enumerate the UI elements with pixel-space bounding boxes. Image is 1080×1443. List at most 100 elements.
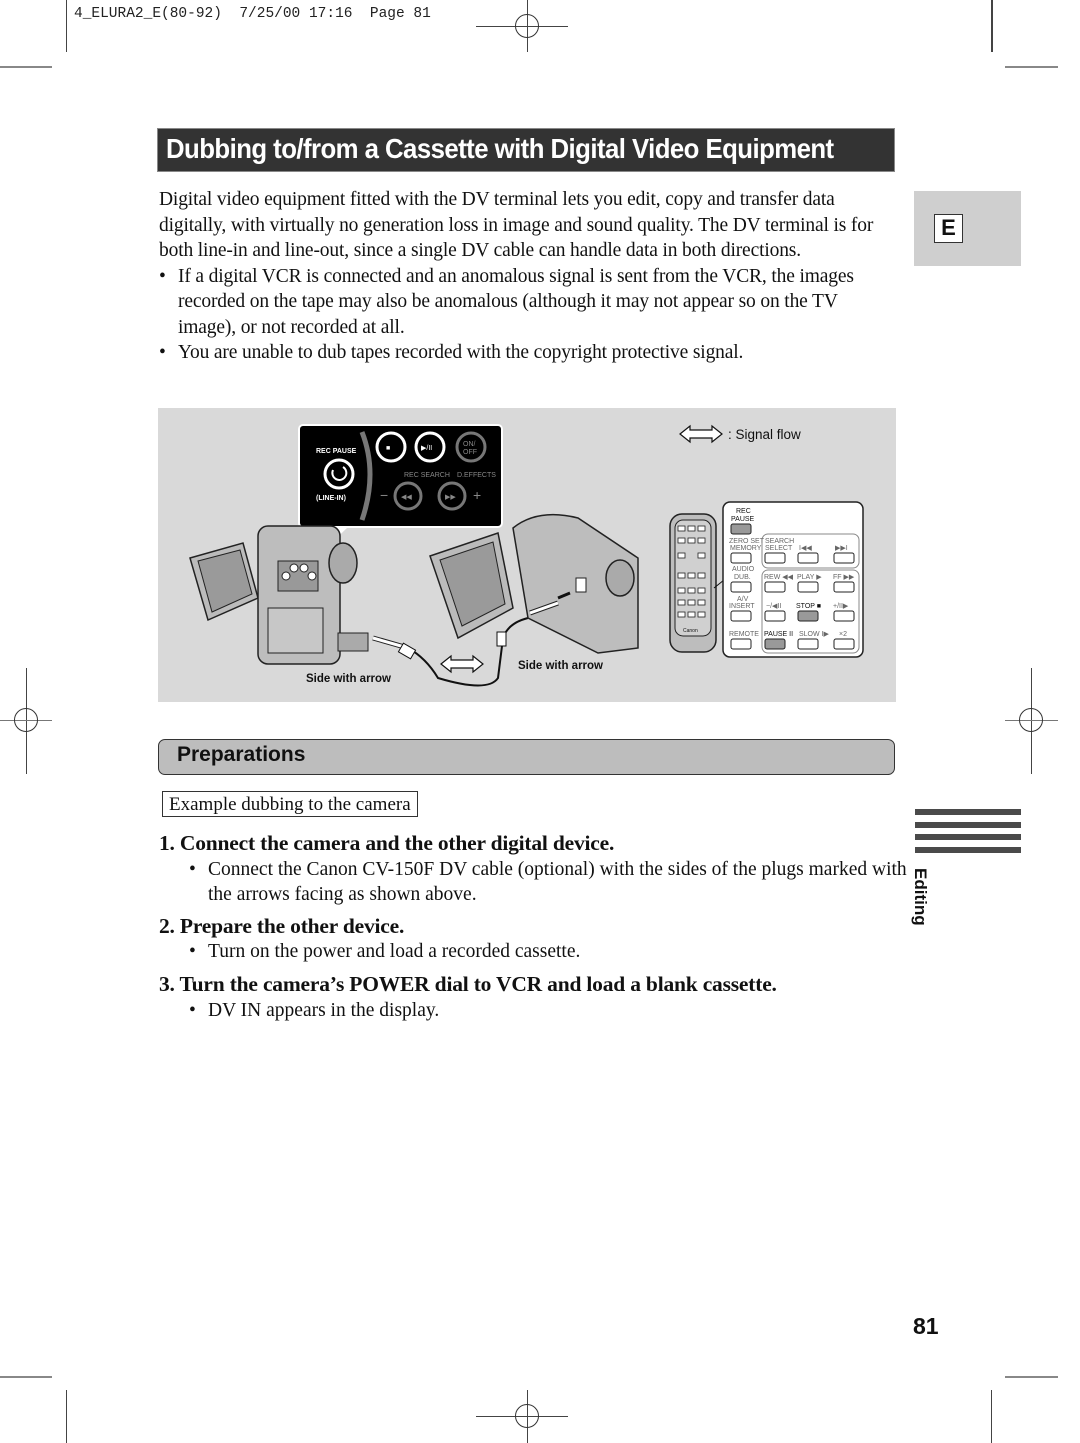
remote-pause-btn-label: PAUSE II <box>764 631 793 638</box>
remote-select-label: SELECT <box>765 545 793 552</box>
remote-audio-dub-button <box>730 581 752 593</box>
print-job: 4_ELURA2_E(80-92) <box>74 6 222 22</box>
remote-rew-label: REW ◀◀ <box>764 574 794 581</box>
remote-prev-button <box>797 552 819 564</box>
remote-zero-set-button <box>730 552 752 564</box>
remote-slow-button <box>797 638 819 650</box>
remote-stop-label: STOP ■ <box>796 603 821 610</box>
crop-mark <box>991 0 993 52</box>
step-3-bullet: DV IN appears in the display. <box>189 998 913 1023</box>
print-time: 17:16 <box>308 6 353 22</box>
crop-mark <box>0 1376 52 1378</box>
intro-bullet: If a digital VCR is connected and an ano… <box>159 264 889 341</box>
section-bar <box>915 821 1021 828</box>
preparations-heading-bar: Preparations <box>158 739 895 775</box>
remote-ff-label: FF ▶▶ <box>833 574 855 581</box>
remote-stop-button <box>797 610 819 622</box>
remote-zero-set-label: ZERO SET <box>729 538 765 545</box>
signal-flow-legend-icon <box>679 424 723 444</box>
remote-minus-frame-button <box>764 610 786 622</box>
remote-ff-button <box>833 581 855 593</box>
remote-av-label: A/V <box>737 596 749 603</box>
step-3-title: 3. Turn the camera’s POWER dial to VCR a… <box>159 972 777 996</box>
on-off-label-1: ON/ <box>463 441 476 448</box>
remote-brand: Canon <box>683 628 698 634</box>
print-page-ref: 81 <box>413 6 431 22</box>
remote-remote-label: REMOTE <box>729 631 759 638</box>
remote-button-panel: REC PAUSE ZERO SET MEMORY SEARCH SELECT … <box>722 501 864 658</box>
step-1-title: 1. Connect the camera and the other digi… <box>159 831 615 855</box>
remote-pause-label: PAUSE <box>731 516 755 523</box>
side-section-label: Editing <box>911 868 930 926</box>
d-effects-label: D.EFFECTS <box>457 472 496 479</box>
plus-label: + <box>473 487 481 503</box>
remote-rec-label: REC <box>736 508 751 515</box>
remote-insert-label: INSERT <box>729 603 755 610</box>
remote-control-illustration: Canon <box>669 513 725 653</box>
remote-plus-frame-label: +/II▶ <box>833 603 849 610</box>
rew-glyph: ◀◀ <box>401 494 412 501</box>
signal-flow-legend: : Signal flow <box>728 427 801 442</box>
crop-mark <box>1005 66 1058 68</box>
remote-play-label: PLAY ▶ <box>797 574 822 581</box>
remote-audio-label: AUDIO <box>732 566 755 573</box>
registration-circle <box>14 708 38 732</box>
registration-circle <box>515 1404 539 1428</box>
camera-right-illustration <box>429 513 639 654</box>
remote-next-label: ▶▶I <box>835 545 848 552</box>
cable-core <box>496 631 507 647</box>
crop-mark <box>0 66 52 68</box>
on-off-label-2: OFF <box>463 449 477 456</box>
side-with-arrow-label-right: Side with arrow <box>518 660 603 672</box>
remote-av-insert-button <box>730 610 752 622</box>
registration-circle <box>515 14 539 38</box>
side-with-arrow-label-left: Side with arrow <box>306 673 391 685</box>
remote-search-label: SEARCH <box>765 538 794 545</box>
intro-paragraph: Digital video equipment fitted with the … <box>159 189 874 261</box>
title-bar: Dubbing to/from a Cassette with Digital … <box>157 128 895 172</box>
step-2-title: 2. Prepare the other device. <box>159 914 405 938</box>
camera-left-illustration <box>189 525 409 665</box>
crop-mark <box>66 0 67 52</box>
example-label: Example dubbing to the camera <box>162 791 418 817</box>
line-in-label: (LINE-IN) <box>316 495 346 502</box>
preparations-heading: Preparations <box>177 743 306 766</box>
section-marker-bars <box>915 809 1021 859</box>
page-number: 81 <box>913 1313 939 1339</box>
remote-slow-label: SLOW I▶ <box>799 631 830 638</box>
step-2-bullet: Turn on the power and load a recorded ca… <box>189 939 913 964</box>
print-header: 4_ELURA2_E(80-92) 7/25/00 17:16 Page 81 <box>74 6 431 22</box>
page-title: Dubbing to/from a Cassette with Digital … <box>166 133 834 164</box>
print-page-label: Page <box>369 6 405 22</box>
ff-glyph: ▶▶ <box>445 494 456 501</box>
registration-circle <box>1019 708 1043 732</box>
section-bar <box>915 809 1021 815</box>
section-bar <box>915 846 1021 853</box>
stop-glyph: ■ <box>386 445 390 452</box>
play-pause-glyph: ▶/II <box>421 445 432 452</box>
remote-pause-button <box>764 638 786 650</box>
remote-play-button <box>797 581 819 593</box>
remote-x2-button <box>833 638 855 650</box>
remote-rec-pause-button <box>730 523 752 535</box>
remote-next-button <box>833 552 855 564</box>
remote-search-select-button <box>764 552 786 564</box>
connection-figure: REC PAUSE (LINE-IN) ■ ▶/II ON/ OFF REC S… <box>158 408 896 702</box>
remote-rew-button <box>764 581 786 593</box>
crop-mark <box>991 1390 992 1443</box>
crop-mark <box>1005 1376 1058 1378</box>
language-tab <box>914 191 1021 266</box>
rec-search-label: REC SEARCH <box>404 472 450 479</box>
remote-memory-label: MEMORY <box>730 545 762 552</box>
connection-diagram: REC PAUSE (LINE-IN) ■ ▶/II ON/ OFF REC S… <box>189 424 864 687</box>
section-bar <box>915 834 1021 840</box>
minus-label: − <box>380 487 388 503</box>
remote-remote-button <box>730 638 752 650</box>
crop-mark <box>66 1390 67 1443</box>
language-indicator: E <box>934 214 963 243</box>
remote-plus-frame-button <box>833 610 855 622</box>
intro-bullet: You are unable to dub tapes recorded wit… <box>159 340 889 366</box>
remote-minus-frame-label: −/◀II <box>766 603 781 610</box>
remote-dub-label: DUB. <box>734 574 751 581</box>
remote-prev-label: I◀◀ <box>799 545 812 552</box>
